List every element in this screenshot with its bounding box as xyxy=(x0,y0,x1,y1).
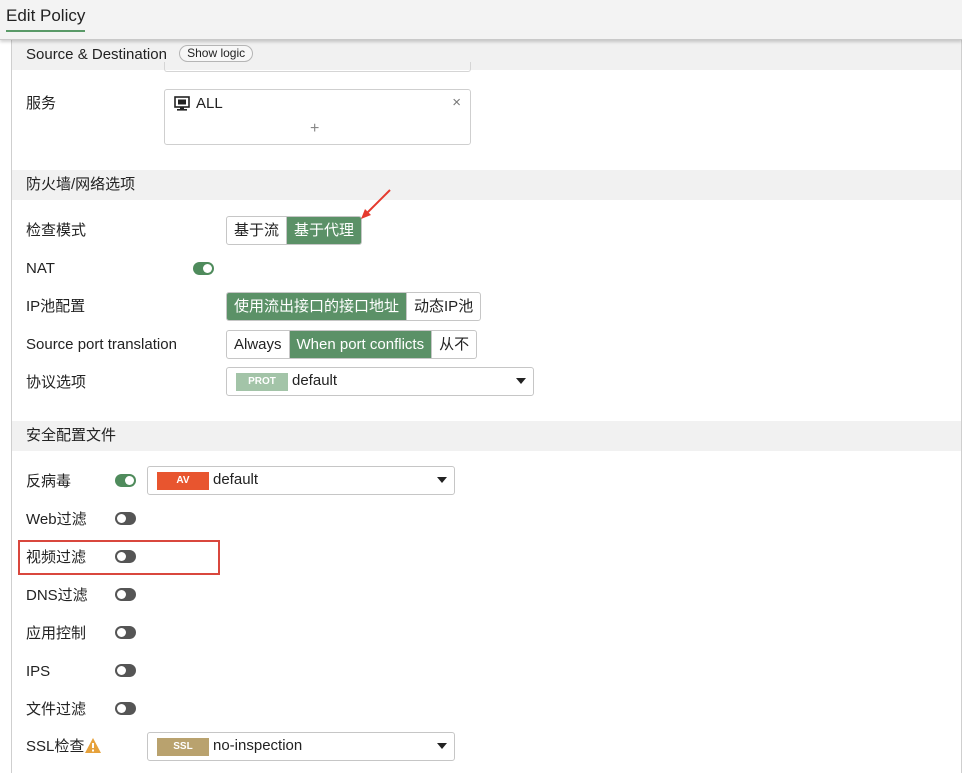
security-section-header: 安全配置文件 xyxy=(12,421,961,451)
firewall-section-title: 防火墙/网络选项 xyxy=(26,176,136,193)
app-control-label: 应用控制 xyxy=(26,625,87,642)
web-filter-toggle[interactable] xyxy=(115,512,136,525)
ssl-tag: SSL xyxy=(157,738,209,756)
policy-form: Source & Destination Show logic 服务 ALL ×… xyxy=(11,40,962,773)
source-port-translation-toggle: Always When port conflicts 从不 xyxy=(226,330,478,359)
service-field[interactable]: ALL × + xyxy=(164,89,471,145)
protocol-options-select[interactable]: PROT default xyxy=(226,367,534,396)
inspection-mode-flow[interactable]: 基于流 xyxy=(227,217,286,244)
ip-pool-outgoing-interface[interactable]: 使用流出接口的接口地址 xyxy=(227,293,407,320)
source-destination-title: Source & Destination xyxy=(26,46,167,63)
ssl-inspection-select[interactable]: SSL no-inspection xyxy=(147,732,455,761)
chevron-down-icon xyxy=(437,477,447,483)
file-filter-label: 文件过滤 xyxy=(26,701,87,718)
ips-label: IPS xyxy=(26,663,51,680)
edit-policy-tab[interactable]: Edit Policy xyxy=(6,6,86,32)
antivirus-profile-select[interactable]: AV default xyxy=(147,466,455,495)
file-filter-toggle[interactable] xyxy=(115,702,136,715)
add-icon[interactable]: + xyxy=(310,120,319,138)
destination-field-bottom[interactable] xyxy=(164,62,471,72)
ssl-inspection-label: SSL检查 xyxy=(26,738,85,755)
chevron-down-icon xyxy=(437,743,447,749)
close-icon[interactable]: × xyxy=(452,94,461,111)
antivirus-toggle[interactable] xyxy=(115,474,136,487)
nat-toggle[interactable] xyxy=(193,262,214,275)
annotation-arrow-icon xyxy=(361,189,391,219)
av-tag: AV xyxy=(157,472,209,490)
ip-pool-label: IP池配置 xyxy=(26,298,86,315)
ssl-inspection-value: no-inspection xyxy=(213,737,303,754)
ip-pool-toggle: 使用流出接口的接口地址 动态IP池 xyxy=(226,292,482,321)
ips-toggle[interactable] xyxy=(115,664,136,677)
inspection-mode-label: 检查模式 xyxy=(26,222,87,239)
service-value: ALL xyxy=(196,95,223,112)
inspection-mode-proxy[interactable]: 基于代理 xyxy=(286,217,362,244)
prot-tag: PROT xyxy=(236,373,288,391)
app-control-toggle[interactable] xyxy=(115,626,136,639)
warning-triangle-icon xyxy=(85,738,101,753)
video-filter-toggle[interactable] xyxy=(115,550,136,563)
spt-when-port-conflicts[interactable]: When port conflicts xyxy=(288,331,432,358)
service-icon xyxy=(174,96,190,111)
chevron-down-icon xyxy=(516,378,526,384)
inspection-mode-toggle: 基于流 基于代理 xyxy=(226,216,363,245)
nat-label: NAT xyxy=(26,260,55,277)
source-port-translation-label: Source port translation xyxy=(26,336,177,353)
antivirus-profile-value: default xyxy=(213,471,259,488)
security-section-title: 安全配置文件 xyxy=(26,427,117,444)
firewall-section-header: 防火墙/网络选项 xyxy=(12,170,961,200)
top-bar: Edit Policy xyxy=(0,0,962,40)
video-filter-label: 视频过滤 xyxy=(26,549,87,566)
show-logic-button[interactable]: Show logic xyxy=(179,45,254,62)
dns-filter-label: DNS过滤 xyxy=(26,587,88,604)
web-filter-label: Web过滤 xyxy=(26,511,87,528)
protocol-options-value: default xyxy=(292,372,338,389)
protocol-options-label: 协议选项 xyxy=(26,374,87,391)
dns-filter-toggle[interactable] xyxy=(115,588,136,601)
antivirus-label: 反病毒 xyxy=(26,473,72,490)
spt-never[interactable]: 从不 xyxy=(431,331,476,358)
spt-always[interactable]: Always xyxy=(227,331,289,358)
ip-pool-dynamic[interactable]: 动态IP池 xyxy=(406,293,480,320)
service-label: 服务 xyxy=(26,95,57,112)
source-destination-header: Source & Destination Show logic xyxy=(12,40,961,70)
